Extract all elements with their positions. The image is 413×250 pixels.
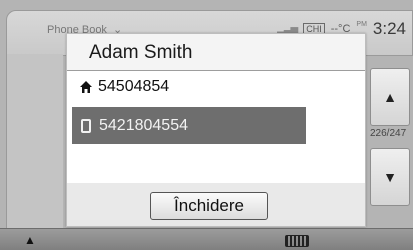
triangle-down-icon: ▼ xyxy=(383,169,397,185)
mobile-number: 5421804554 xyxy=(99,116,188,134)
home-icon[interactable]: ▲ xyxy=(24,233,36,247)
dialog-title: Adam Smith xyxy=(89,42,193,63)
home-number: 54504854 xyxy=(98,78,170,95)
infotainment-screen: Phone Book ⌄ ▂▃▅ CHI --°C PM 3:24 ▲ 226/… xyxy=(0,0,413,250)
home-number-row[interactable]: 54504854 xyxy=(79,78,169,96)
mobile-phone-icon xyxy=(81,118,91,133)
contact-dialog: Adam Smith 54504854 5421804554 Închidere xyxy=(66,33,366,227)
triangle-up-icon: ▲ xyxy=(383,89,397,105)
meridiem-label: PM xyxy=(356,21,367,28)
keyboard-icon[interactable] xyxy=(285,235,309,247)
left-panel xyxy=(6,54,63,228)
clock-time: 3:24 xyxy=(372,19,406,38)
house-icon xyxy=(80,81,92,93)
scroll-down-button[interactable]: ▼ xyxy=(370,148,410,206)
scroll-up-button[interactable]: ▲ xyxy=(370,68,410,126)
bottom-bar: ▲ xyxy=(0,228,413,250)
close-button[interactable]: Închidere xyxy=(150,192,268,220)
mobile-number-row[interactable]: 5421804554 xyxy=(72,107,306,144)
page-count: 226/247 xyxy=(370,128,407,139)
